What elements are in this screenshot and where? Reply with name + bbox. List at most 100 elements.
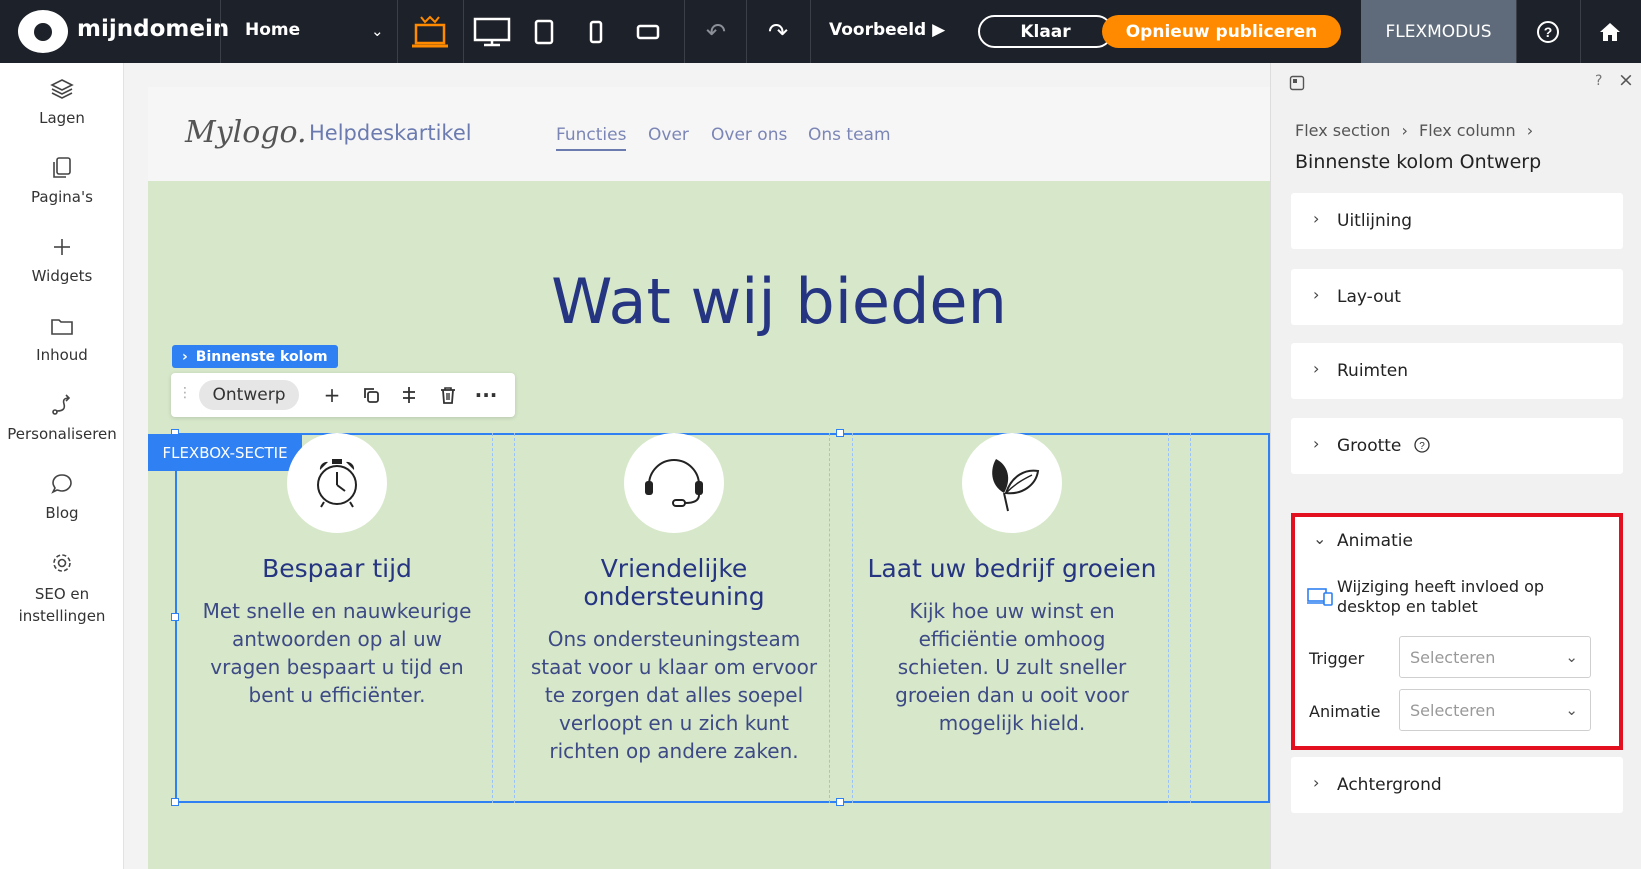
- done-button[interactable]: Klaar: [978, 15, 1113, 48]
- panel-toggle-icon[interactable]: [1289, 75, 1305, 95]
- laptop-device-icon[interactable]: [405, 0, 455, 63]
- nav-item-ons-team[interactable]: Ons team: [808, 125, 891, 145]
- panel-title: Binnenste kolom Ontwerp: [1295, 151, 1542, 173]
- feature-text: Kijk hoe uw winst en efficiëntie omhoog …: [895, 599, 1129, 735]
- headset-icon: [624, 433, 724, 533]
- editor-canvas[interactable]: Mylogo. Helpdeskartikel Functies Over Ov…: [124, 63, 1270, 869]
- chevron-down-icon[interactable]: ⌄: [1313, 529, 1326, 548]
- svg-text:?: ?: [1419, 441, 1425, 452]
- design-button[interactable]: Ontwerp: [199, 380, 299, 410]
- sidebar-item-pages[interactable]: Pagina's: [0, 156, 124, 206]
- more-options-icon[interactable]: ···: [475, 383, 498, 407]
- mobile-device-icon[interactable]: [578, 0, 614, 63]
- tablet-device-icon[interactable]: [526, 0, 562, 63]
- duplicate-icon[interactable]: [360, 384, 382, 406]
- section-spacing[interactable]: › Ruimten: [1291, 343, 1623, 399]
- feature-column[interactable]: Laat uw bedrijf groeien Kijk hoe uw wins…: [857, 433, 1167, 737]
- plus-icon: [54, 239, 70, 255]
- feature-text: Met snelle en nauwkeurige antwoorden op …: [202, 599, 472, 707]
- feature-column[interactable]: Bespaar tijd Met snelle en nauwkeurige a…: [182, 433, 492, 709]
- mobile-landscape-icon[interactable]: [628, 0, 668, 63]
- page-select[interactable]: Home: [245, 20, 300, 40]
- sidebar-item-widgets[interactable]: Widgets: [0, 235, 124, 285]
- trigger-label: Trigger: [1309, 649, 1365, 668]
- nav-item-over-ons[interactable]: Over ons: [711, 125, 787, 145]
- animation-heading[interactable]: Animatie: [1337, 531, 1413, 551]
- column-guide: [829, 433, 830, 803]
- chevron-down-icon: ⌄: [1565, 648, 1578, 666]
- nav-item-functies[interactable]: Functies: [556, 125, 627, 151]
- republish-button[interactable]: Opnieuw publiceren: [1102, 15, 1341, 48]
- chevron-right-icon: ›: [1313, 434, 1320, 453]
- personalize-icon: [52, 394, 71, 415]
- section-size[interactable]: › Grootte ?: [1291, 418, 1623, 474]
- drag-handle-icon[interactable]: ⋮: [178, 385, 192, 401]
- alarm-clock-icon: [287, 433, 387, 533]
- resize-handle[interactable]: [836, 798, 844, 806]
- home-icon[interactable]: [1590, 0, 1630, 63]
- distribute-icon[interactable]: [398, 384, 420, 406]
- brand-logo-icon[interactable]: [18, 10, 68, 53]
- chevron-right-icon: ›: [1313, 359, 1320, 378]
- sidebar-item-personalize[interactable]: Personaliseren: [0, 393, 124, 443]
- chevron-down-icon[interactable]: ⌄: [371, 22, 384, 40]
- column-guide: [514, 433, 515, 803]
- left-sidebar: Lagen Pagina's Widgets Inhoud Personalis…: [0, 63, 124, 869]
- redo-icon[interactable]: ↷: [762, 0, 794, 63]
- add-icon[interactable]: +: [321, 383, 343, 407]
- top-bar: mijndomein Home ⌄ ↶ ↷ Voorbeeld ▶ Klaar …: [0, 0, 1641, 63]
- chevron-right-icon: ›: [1526, 121, 1534, 140]
- column-guide: [1168, 433, 1169, 803]
- column-guide: [1190, 433, 1191, 803]
- preview-button[interactable]: Voorbeeld ▶: [829, 20, 945, 40]
- feature-text: Ons ondersteuningsteam staat voor u klaa…: [530, 627, 818, 763]
- hero-title[interactable]: Wat wij bieden: [148, 265, 1270, 338]
- sidebar-item-content[interactable]: Inhoud: [0, 314, 124, 364]
- folder-icon: [51, 319, 73, 335]
- play-icon: ▶: [932, 20, 946, 40]
- devices-icon: [1307, 587, 1333, 611]
- panel-help-icon[interactable]: ?: [1595, 73, 1602, 89]
- section-background[interactable]: › Achtergrond: [1291, 757, 1623, 813]
- feature-column[interactable]: Vriendelijke ondersteuning Ons ondersteu…: [519, 433, 829, 765]
- resize-handle[interactable]: [836, 429, 844, 437]
- sidebar-item-layers[interactable]: Lagen: [0, 77, 124, 127]
- site-header-title: Helpdeskartikel: [309, 121, 472, 145]
- resize-handle[interactable]: [171, 613, 179, 621]
- sidebar-item-seo-settings[interactable]: SEO en instellingen: [0, 551, 124, 627]
- chat-bubble-icon: [51, 474, 72, 494]
- sidebar-item-blog[interactable]: Blog: [0, 472, 124, 522]
- chevron-right-icon: ›: [1401, 121, 1408, 140]
- layers-icon: [50, 79, 74, 99]
- brand-name[interactable]: mijndomein: [77, 16, 229, 42]
- info-icon[interactable]: ?: [1414, 437, 1430, 457]
- column-guide: [852, 433, 853, 803]
- chevron-right-icon: ›: [1313, 773, 1320, 792]
- section-layout[interactable]: › Lay-out: [1291, 269, 1623, 325]
- resize-handle[interactable]: [171, 798, 179, 806]
- site-logo[interactable]: Mylogo.: [185, 115, 307, 150]
- column-guide: [492, 433, 493, 803]
- breadcrumb-flex-column[interactable]: Flex column: [1419, 121, 1516, 140]
- animation-label: Animatie: [1309, 702, 1381, 721]
- feature-title: Vriendelijke ondersteuning: [583, 554, 765, 611]
- trash-icon[interactable]: [437, 384, 459, 406]
- breadcrumb: Flex section › Flex column ›: [1295, 121, 1539, 140]
- flex-mode-button[interactable]: FLEXMODUS: [1361, 0, 1516, 63]
- properties-panel: ? × Flex section › Flex column › Binnens…: [1270, 63, 1641, 869]
- chevron-down-icon: ⌄: [1565, 701, 1578, 719]
- close-icon[interactable]: ×: [1618, 69, 1634, 91]
- feature-title: Bespaar tijd: [262, 554, 412, 583]
- breadcrumb-flex-section[interactable]: Flex section: [1295, 121, 1390, 140]
- undo-icon[interactable]: ↶: [700, 0, 732, 63]
- nav-item-over[interactable]: Over: [648, 125, 689, 145]
- leaf-icon: [962, 433, 1062, 533]
- trigger-select[interactable]: Selecteren ⌄: [1399, 636, 1591, 678]
- animation-select[interactable]: Selecteren ⌄: [1399, 689, 1591, 731]
- chevron-right-icon: ›: [1313, 209, 1320, 228]
- desktop-device-icon[interactable]: [470, 0, 514, 63]
- inner-column-tag[interactable]: › Binnenste kolom: [172, 345, 338, 368]
- section-alignment[interactable]: › Uitlijning: [1291, 193, 1623, 249]
- help-icon[interactable]: ?: [1528, 0, 1568, 63]
- chevron-right-icon: ›: [1313, 285, 1320, 304]
